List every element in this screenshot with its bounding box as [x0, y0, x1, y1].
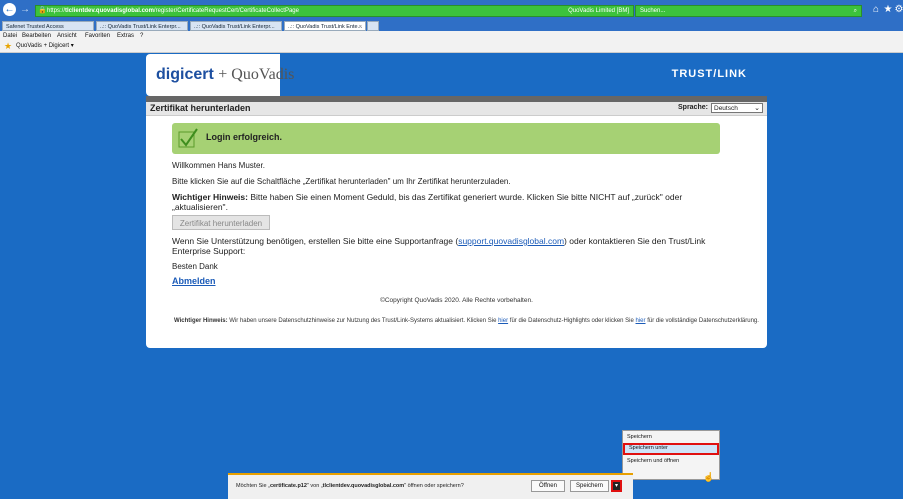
thanks-text: Besten Dank — [172, 262, 218, 271]
menu-option-save-as[interactable]: Speichern unter — [623, 443, 719, 455]
menu-extras[interactable]: Extras — [117, 31, 134, 41]
language-select[interactable]: Deutsch ⌄ — [711, 103, 763, 113]
copyright-text: ©Copyright QuoVadis 2020. Alle Rechte vo… — [380, 297, 533, 304]
menu-datei[interactable]: Datei — [3, 31, 17, 41]
close-icon[interactable]: × — [359, 22, 362, 30]
welcome-text: Willkommen Hans Muster. — [172, 161, 265, 170]
favorites-bar: ★ QuoVadis + Digicert ▾ — [0, 41, 903, 53]
page-title: Zertifikat herunterladen — [150, 103, 251, 113]
menu-favoriten[interactable]: Favoriten — [85, 31, 110, 41]
support-text: Wenn Sie Unterstützung benötigen, erstel… — [172, 236, 706, 256]
title-bar: Zertifikat herunterladen Sprache: Deutsc… — [146, 102, 767, 116]
menu-ansicht[interactable]: Ansicht — [57, 31, 77, 41]
menu-bearbeiten[interactable]: Bearbeiten — [22, 31, 51, 41]
menu-bar: Datei Bearbeiten Ansicht Favoriten Extra… — [0, 31, 903, 41]
search-input[interactable]: Suchen... ⌕ — [635, 5, 862, 17]
language-label: Sprache: — [678, 104, 708, 111]
checkmark-icon — [178, 128, 198, 148]
brand-title: TRUST/LINK — [671, 68, 747, 80]
success-message: Login erfolgreich. — [206, 132, 283, 142]
download-notification-bar: Möchten Sie „certificate.p12" von „tlcli… — [228, 473, 633, 499]
download-message: Möchten Sie „certificate.p12" von „tlcli… — [236, 483, 464, 489]
favorite-quovadis-digicert[interactable]: QuoVadis + Digicert ▾ — [16, 41, 74, 52]
notice-text: Wichtiger Hinweis: Bitte haben Sie einen… — [172, 192, 683, 212]
page-header: digicert + QuoVadis TRUST/LINK — [146, 54, 767, 96]
search-icon[interactable]: ⌕ — [854, 6, 857, 16]
digicert-logo-text: digicert — [156, 66, 214, 83]
certificate-label[interactable]: QuoVadis Limited [BM] — [568, 6, 629, 16]
lock-icon: 🔒 — [38, 7, 47, 14]
save-button[interactable]: Speichern — [570, 480, 609, 492]
instruction-text: Bitte klicken Sie auf die Schaltfläche „… — [172, 177, 511, 186]
tab-safenet[interactable]: Safenet Trusted Access — [2, 21, 94, 31]
menu-option-save-and-open[interactable]: Speichern und öffnen — [623, 456, 719, 467]
privacy-highlights-link[interactable]: hier — [498, 318, 508, 324]
tab-strip: Safenet Trusted Access ..:: QuoVadis Tru… — [0, 19, 903, 31]
address-bar[interactable]: 🔒 https://tlclientdev.quovadisglobal.com… — [35, 5, 634, 17]
tab-quovadis-2[interactable]: ..:: QuoVadis Trust/Link Enterpr... — [190, 21, 282, 31]
support-link[interactable]: support.quovadisglobal.com — [458, 236, 564, 246]
forward-arrow-icon[interactable]: → — [19, 3, 31, 16]
back-arrow-icon[interactable]: ← — [3, 3, 16, 16]
gear-icon[interactable]: ⚙ — [893, 3, 903, 16]
logo: digicert + QuoVadis — [146, 54, 294, 96]
privacy-full-link[interactable]: hier — [636, 318, 646, 324]
url-text: https://tlclientdev.quovadisglobal.com/r… — [47, 8, 299, 14]
open-button[interactable]: Öffnen — [531, 480, 565, 492]
save-dropdown-arrow-icon[interactable]: ▾ — [611, 480, 622, 492]
logout-link[interactable]: Abmelden — [172, 276, 216, 286]
privacy-notice: Wichtiger Hinweis: Wir haben unsere Date… — [174, 318, 759, 324]
quovadis-logo-text: + QuoVadis — [218, 66, 295, 83]
mouse-pointer-icon: ☝ — [703, 472, 715, 482]
favorites-star-icon[interactable]: ★ — [4, 41, 12, 52]
menu-option-save[interactable]: Speichern — [623, 432, 719, 443]
new-tab-button[interactable] — [367, 21, 379, 31]
tab-quovadis-active[interactable]: ..:: QuoVadis Trust/Link Ente... × — [284, 21, 366, 31]
home-icon[interactable]: ⌂ — [870, 3, 882, 16]
success-banner: Login erfolgreich. — [172, 123, 720, 154]
content-panel: Zertifikat herunterladen Sprache: Deutsc… — [146, 102, 767, 348]
download-certificate-button[interactable]: Zertifikat herunterladen — [172, 215, 270, 230]
tab-quovadis-1[interactable]: ..:: QuoVadis Trust/Link Enterpr... — [96, 21, 188, 31]
chevron-down-icon: ⌄ — [754, 105, 760, 112]
menu-help[interactable]: ? — [140, 31, 143, 41]
